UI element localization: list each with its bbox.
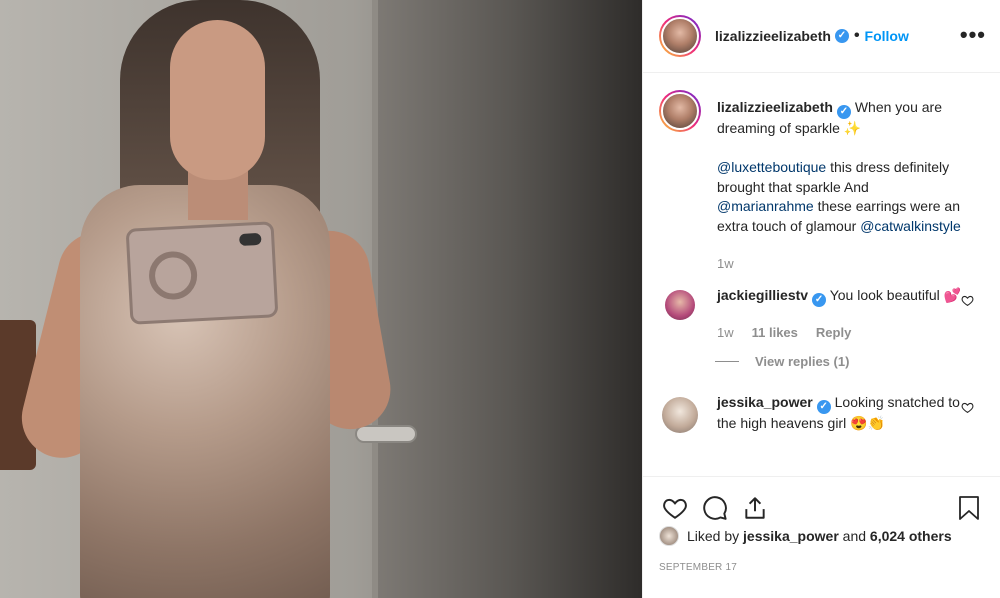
door <box>378 0 642 598</box>
phone-ring <box>147 250 199 301</box>
replies-line <box>715 361 739 362</box>
mention-link[interactable]: @marianrahme <box>717 198 814 214</box>
follow-button[interactable]: Follow <box>865 28 909 44</box>
caption-username[interactable]: lizalizzieelizabeth <box>717 99 833 115</box>
mention-link[interactable]: @luxetteboutique <box>717 159 826 175</box>
caption-meta: 1w <box>717 254 965 274</box>
comment-like-icon[interactable] <box>961 401 975 415</box>
comment: jessika_power ✓ Looking snatched to the h… <box>659 393 985 434</box>
likes-and: and <box>842 528 867 544</box>
author-avatar[interactable] <box>659 15 701 57</box>
view-replies-button[interactable]: View replies (1) <box>715 354 985 369</box>
comment-avatar[interactable] <box>665 289 695 320</box>
verified-icon: ✓ <box>836 105 851 119</box>
comment-meta: 1w 11 likes Reply <box>717 323 965 343</box>
bookmark-outline-icon <box>959 495 979 520</box>
post-photo[interactable] <box>0 0 642 598</box>
speech-bubble-icon <box>703 495 727 520</box>
comment-username[interactable]: jackiegilliestv <box>717 287 808 303</box>
separator-dot: • <box>853 27 860 44</box>
comment-likes[interactable]: 11 likes <box>752 323 798 343</box>
bookmark-icon[interactable] <box>953 492 985 524</box>
phone-camera <box>239 232 262 246</box>
verified-icon: ✓ <box>812 292 827 307</box>
comment-username[interactable]: jessika_power <box>717 394 813 410</box>
caption: lizalizzieelizabeth ✓ When you are dreami… <box>659 90 985 274</box>
author-username[interactable]: lizalizzieelizabeth <box>715 28 831 44</box>
verified-icon: ✓ <box>816 400 831 414</box>
view-replies-label: View replies (1) <box>755 354 850 369</box>
caption-timestamp[interactable]: 1w <box>717 254 734 274</box>
upload-arrow-icon <box>745 496 765 519</box>
heart-outline-icon <box>961 295 974 306</box>
likes-count[interactable]: 6,024 others <box>870 528 952 544</box>
sparkle-emoji: ✨ <box>843 120 862 136</box>
comment-avatar-wrap <box>659 393 701 434</box>
post-date[interactable]: SEPTEMBER 17 <box>659 562 737 573</box>
liker-username[interactable]: jessika_power <box>743 528 839 544</box>
post-panel: lizalizzieelizabeth ✓ • Follow ••• lizal… <box>642 0 1000 598</box>
liked-by-prefix: Liked by <box>687 528 740 544</box>
post-header: lizalizzieelizabeth ✓ • Follow ••• <box>643 0 1000 73</box>
caption-body: lizalizzieelizabeth ✓ When you are dreami… <box>717 98 965 274</box>
heart-outline-icon <box>663 498 687 519</box>
comments-list[interactable]: lizalizzieelizabeth ✓ When you are dreami… <box>643 74 1000 476</box>
comment-like-icon[interactable] <box>961 294 975 308</box>
door-handle <box>355 425 417 443</box>
more-options-icon[interactable]: ••• <box>960 22 986 48</box>
comment-timestamp[interactable]: 1w <box>717 323 734 343</box>
face <box>170 20 265 180</box>
caption-avatar-image <box>661 92 699 130</box>
comment-avatar[interactable] <box>662 397 698 433</box>
heart-emoji: 💕 <box>943 286 962 303</box>
reply-button[interactable]: Reply <box>816 323 851 343</box>
verified-icon: ✓ <box>834 29 849 43</box>
author-avatar-image <box>661 17 699 55</box>
action-bar <box>643 476 1000 528</box>
phone <box>125 221 279 325</box>
mention-link[interactable]: @catwalkinstyle <box>860 218 961 234</box>
heart-icon[interactable] <box>659 492 691 524</box>
heart-outline-icon <box>961 402 974 414</box>
comment-avatar-wrap <box>659 286 701 343</box>
comment-body: jessika_power ✓ Looking snatched to the h… <box>717 393 965 434</box>
comment-emoji: 😍👏 <box>850 415 885 431</box>
comment-body: jackiegilliestv ✓ You look beautiful 💕 1w… <box>717 286 965 343</box>
liker-avatar[interactable] <box>659 526 679 546</box>
share-icon[interactable] <box>739 492 771 524</box>
caption-avatar[interactable] <box>659 90 701 132</box>
comment-text: You look beautiful <box>829 286 940 303</box>
likes-summary: Liked by jessika_power and 6,024 others <box>659 526 952 546</box>
comment-icon[interactable] <box>699 492 731 524</box>
comment: jackiegilliestv ✓ You look beautiful 💕 1w… <box>659 286 985 343</box>
